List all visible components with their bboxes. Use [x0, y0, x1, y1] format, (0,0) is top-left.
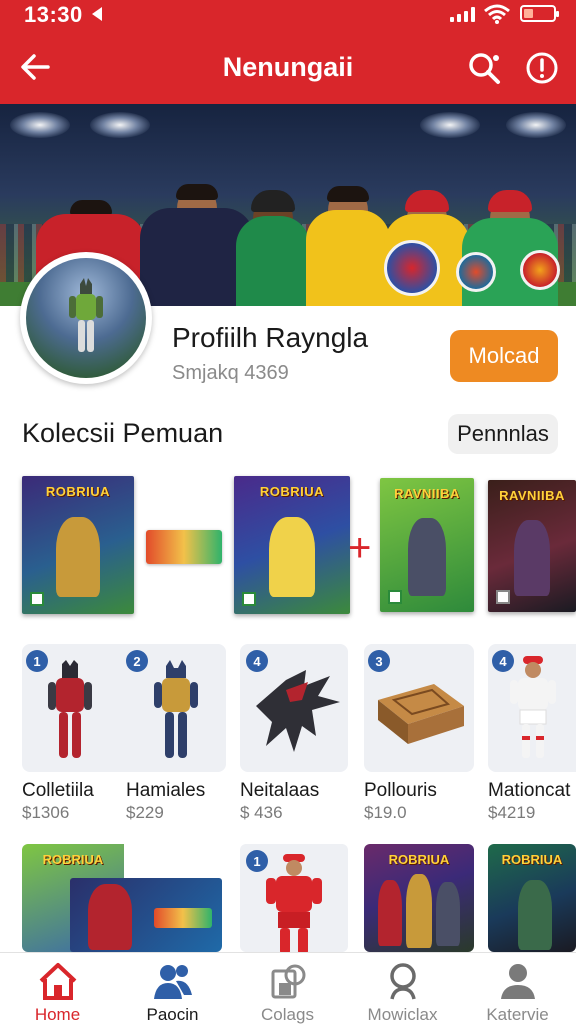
bottom-nav: Home Paocin Colags Mowiclax Katervie — [0, 952, 576, 1024]
figure-footballer-white — [510, 656, 556, 758]
location-arrow-icon — [92, 7, 102, 21]
banner-player — [306, 158, 390, 306]
app-bar: Nenungaii — [0, 38, 576, 98]
profile-name: Profiilh Rayngla — [172, 322, 369, 353]
product-price: $4219 — [488, 803, 536, 822]
top-bar: 13:30 Nenungaii — [0, 0, 576, 104]
people-icon — [153, 965, 192, 999]
game-box[interactable]: ROBRIUA — [364, 844, 474, 952]
nav-profile[interactable]: Katervie — [460, 953, 575, 1024]
treasure-box-image — [378, 684, 464, 744]
product-card-image[interactable]: 1 — [240, 844, 348, 952]
game-box[interactable]: ROBRIUA — [234, 476, 350, 614]
figure-footballer-red — [266, 854, 322, 952]
signal-icon — [450, 6, 475, 22]
nav-search-people[interactable]: Mowiclax — [345, 953, 460, 1024]
game-box[interactable]: RAVNIIBA — [380, 478, 474, 612]
team-crest-icon — [384, 240, 440, 296]
product-price: $1306 — [22, 803, 70, 822]
plus-icon: + — [348, 526, 372, 570]
section-chip-button[interactable]: Pennnlas — [448, 414, 558, 454]
figure-dragon-beast — [256, 670, 340, 752]
battery-icon — [520, 5, 559, 22]
product-name: Colletiila — [22, 780, 94, 801]
product-name: Neitalaas — [240, 780, 320, 801]
status-time: 13:30 — [24, 2, 83, 27]
wifi-icon — [484, 4, 510, 24]
game-box[interactable]: ROBRIUA — [488, 844, 576, 952]
info-icon[interactable] — [524, 50, 560, 86]
figure-blue-knight — [154, 660, 198, 758]
figure-red-warrior — [48, 660, 92, 758]
nav-collection[interactable]: Colags — [230, 953, 345, 1024]
game-box[interactable]: ROBRIUA — [22, 476, 134, 614]
product-card-image[interactable]: 4 — [488, 644, 576, 772]
product-price: $19.0 — [364, 803, 407, 822]
bundle-card[interactable]: ROBRIUA — [22, 844, 222, 952]
status-bar: 13:30 — [0, 0, 576, 30]
home-icon — [39, 963, 76, 1000]
search-icon[interactable] — [466, 50, 502, 86]
product-card-image[interactable]: 3 — [364, 644, 474, 772]
product-name: Pollouris — [364, 780, 437, 801]
product-price: $229 — [126, 803, 164, 822]
search-person-icon — [389, 963, 416, 1000]
profile-action-button[interactable]: Molcad — [450, 330, 558, 382]
profile-subtitle: Smjakq 4369 — [172, 362, 289, 384]
product-name: Mationcat — [488, 780, 571, 801]
nav-home[interactable]: Home — [0, 953, 115, 1024]
profile-avatar[interactable] — [20, 252, 152, 384]
game-ticket-strip — [146, 530, 222, 564]
product-card-image[interactable]: 4 — [240, 644, 348, 772]
game-box[interactable]: RAVNIIBA — [488, 480, 576, 612]
team-crest-icon — [520, 250, 560, 290]
product-price: $ 436 — [240, 803, 283, 822]
product-card-image[interactable]: 1 2 — [22, 644, 226, 772]
team-crest-icon — [456, 252, 496, 292]
banner-player — [236, 166, 310, 306]
profile-icon — [500, 964, 535, 999]
section-title: Kolecsii Pemuan — [22, 418, 224, 448]
collection-icon — [271, 964, 305, 999]
nav-people[interactable]: Paocin — [115, 953, 230, 1024]
product-name: Hamiales — [126, 780, 206, 801]
